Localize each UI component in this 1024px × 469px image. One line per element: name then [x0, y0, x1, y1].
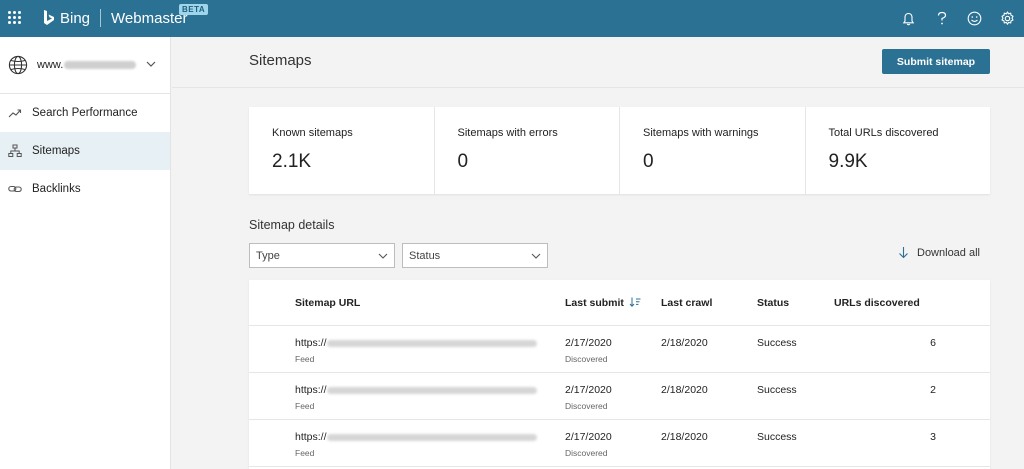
sitemap-url-cell[interactable]: https:// Feed [295, 431, 537, 458]
url-redacted [326, 386, 537, 394]
table-row[interactable]: https:// Feed 2/17/2020 Discovered 2/18/… [249, 420, 990, 467]
dropdown-value: Type [256, 249, 280, 262]
table-row[interactable]: https:// Feed 2/17/2020 Discovered 2/18/… [249, 373, 990, 420]
last-submit-cell: 2/17/2020 Discovered [565, 431, 612, 458]
status-filter-dropdown[interactable]: Status [402, 243, 548, 268]
section-title: Sitemap details [249, 218, 335, 232]
site-url-prefix: www. [37, 59, 64, 71]
last-crawl-cell: 2/18/2020 [661, 337, 708, 349]
stat-sitemaps-with-errors: Sitemaps with errors 0 [435, 107, 620, 194]
url-prefix: https:// [295, 431, 327, 443]
chevron-down-icon [378, 253, 388, 259]
url-prefix: https:// [295, 337, 327, 349]
smiley-icon[interactable] [958, 0, 991, 37]
gear-icon[interactable] [991, 0, 1024, 37]
sitemap-url-cell[interactable]: https:// Feed [295, 337, 537, 364]
bell-icon[interactable] [892, 0, 925, 37]
stats-panel: Known sitemaps 2.1K Sitemaps with errors… [249, 107, 990, 194]
chevron-down-icon[interactable] [146, 59, 156, 69]
dropdown-value: Status [409, 249, 441, 262]
top-icons [892, 0, 1024, 37]
stat-value: 0 [643, 151, 654, 172]
submit-note: Discovered [565, 401, 608, 411]
stat-known-sitemaps: Known sitemaps 2.1K [249, 107, 435, 194]
status-cell: Success [757, 431, 797, 443]
product-name: Webmaster [111, 9, 188, 27]
download-all-button[interactable]: Download all [898, 246, 980, 259]
stat-label: Sitemaps with errors [457, 127, 558, 139]
site-picker[interactable]: www. [0, 37, 170, 94]
column-last-submit[interactable]: Last submit [565, 297, 641, 309]
status-cell: Success [757, 384, 797, 396]
stat-label: Total URLs discovered [828, 127, 939, 139]
download-all-label: Download all [917, 246, 980, 259]
stat-value: 9.9K [828, 151, 868, 172]
stat-sitemaps-with-warnings: Sitemaps with warnings 0 [620, 107, 806, 194]
site-url: www. [37, 59, 137, 71]
last-submit-date: 2/17/2020 [565, 384, 612, 396]
top-bar: Bing Webmaster BETA [0, 0, 1024, 37]
url-redacted [326, 339, 537, 347]
stat-label: Known sitemaps [272, 127, 353, 139]
last-submit-cell: 2/17/2020 Discovered [565, 384, 612, 411]
urls-discovered-cell: 2 [930, 384, 936, 396]
urls-discovered-cell: 6 [930, 337, 936, 349]
sidebar-item-sitemaps[interactable]: Sitemaps [0, 132, 170, 170]
help-icon[interactable] [925, 0, 958, 37]
main-content: Sitemaps Submit sitemap Known sitemaps 2… [172, 37, 1024, 469]
urls-discovered-cell: 3 [930, 431, 936, 443]
brand[interactable]: Bing Webmaster [43, 8, 187, 28]
stat-label: Sitemaps with warnings [643, 127, 759, 139]
link-icon [8, 185, 22, 193]
sidebar-item-search-performance[interactable]: Search Performance [0, 94, 170, 132]
last-crawl-cell: 2/18/2020 [661, 431, 708, 443]
chevron-down-icon [531, 253, 541, 259]
sitemap-table: Sitemap URL Last submit Last crawl Statu… [249, 280, 990, 469]
status-cell: Success [757, 337, 797, 349]
column-sitemap-url[interactable]: Sitemap URL [295, 297, 360, 309]
url-redacted [326, 433, 537, 441]
column-label: Last submit [565, 297, 624, 309]
url-prefix: https:// [295, 384, 327, 396]
bing-logo-icon [44, 10, 54, 25]
sidebar: www. Search Performance Sitemaps Backlin… [0, 37, 171, 469]
column-urls-discovered[interactable]: URLs discovered [834, 297, 920, 309]
submit-note: Discovered [565, 448, 608, 458]
globe-icon [8, 55, 28, 75]
sidebar-item-label: Search Performance [32, 107, 138, 119]
sitemap-type: Feed [295, 354, 315, 364]
apps-grid-icon[interactable] [8, 11, 21, 24]
sort-descending-icon [629, 297, 641, 307]
stat-value: 2.1K [272, 151, 312, 172]
stat-value: 0 [457, 151, 469, 172]
download-icon [899, 247, 908, 259]
stat-total-urls-discovered: Total URLs discovered 9.9K [806, 107, 991, 194]
column-status[interactable]: Status [757, 297, 789, 309]
site-url-redacted [64, 61, 137, 69]
sitemap-type: Feed [295, 401, 315, 411]
sidebar-item-backlinks[interactable]: Backlinks [0, 170, 170, 208]
last-submit-date: 2/17/2020 [565, 431, 612, 443]
sitemap-icon [8, 144, 22, 157]
brand-divider [100, 9, 102, 27]
submit-note: Discovered [565, 354, 608, 364]
sidebar-item-label: Backlinks [32, 183, 81, 195]
beta-badge: BETA [179, 4, 209, 15]
last-submit-date: 2/17/2020 [565, 337, 612, 349]
table-row[interactable]: https:// Feed 2/17/2020 Discovered 2/18/… [249, 326, 990, 373]
column-last-crawl[interactable]: Last crawl [661, 297, 712, 309]
last-submit-cell: 2/17/2020 Discovered [565, 337, 612, 364]
sidebar-item-label: Sitemaps [32, 145, 80, 157]
table-header: Sitemap URL Last submit Last crawl Statu… [249, 280, 990, 326]
brand-name: Bing [60, 9, 91, 27]
sitemap-type: Feed [295, 448, 315, 458]
last-crawl-cell: 2/18/2020 [661, 384, 708, 396]
type-filter-dropdown[interactable]: Type [249, 243, 395, 268]
page-title: Sitemaps [249, 52, 312, 69]
submit-sitemap-button[interactable]: Submit sitemap [882, 49, 990, 74]
trend-icon [8, 109, 22, 118]
sitemap-url-cell[interactable]: https:// Feed [295, 384, 537, 411]
